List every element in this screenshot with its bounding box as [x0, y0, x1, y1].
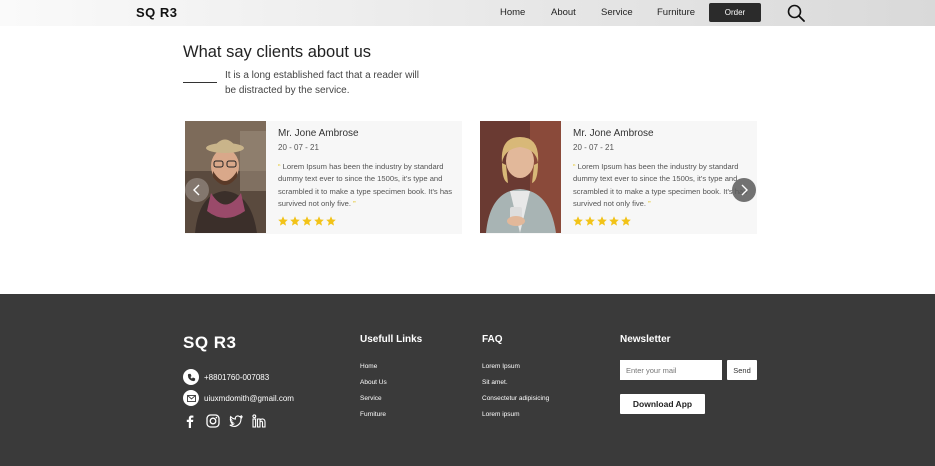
- star-icon: [326, 216, 336, 226]
- faq-link[interactable]: Consectetur adipisicing: [482, 395, 549, 402]
- faq-link[interactable]: Lorem Ipsum: [482, 363, 520, 370]
- footer-link-service[interactable]: Service: [360, 395, 382, 402]
- facebook-icon[interactable]: [183, 414, 197, 428]
- contact-phone[interactable]: +8801760-007083: [183, 369, 269, 385]
- faq-link[interactable]: Lorem ipsum: [482, 411, 520, 418]
- review-text: “ Lorem Ipsum has been the industry by s…: [573, 161, 751, 210]
- quote-open: “: [278, 162, 281, 171]
- client-photo: [480, 121, 561, 233]
- site-logo[interactable]: SQ R3: [136, 5, 178, 20]
- faq-link[interactable]: Sit amet.: [482, 379, 508, 386]
- footer-link-about[interactable]: About Us: [360, 379, 387, 386]
- review-body: Lorem Ipsum has been the industry by sta…: [278, 162, 453, 208]
- newsletter-heading: Newsletter: [620, 334, 671, 345]
- footer-logo[interactable]: SQ R3: [183, 333, 237, 353]
- chevron-left-icon: [193, 184, 200, 196]
- instagram-icon[interactable]: [206, 414, 220, 428]
- testimonial-card: Mr. Jone Ambrose 20 - 07 - 21 “ Lorem Ip…: [185, 121, 462, 234]
- section-subtitle: It is a long established fact that a rea…: [225, 70, 419, 96]
- contact-email[interactable]: uiuxmdomith@gmail.com: [183, 390, 294, 406]
- star-icon: [585, 216, 595, 226]
- rating-stars: [278, 216, 336, 226]
- nav-service[interactable]: Service: [601, 7, 633, 18]
- nav-about[interactable]: About: [551, 7, 576, 18]
- star-icon: [290, 216, 300, 226]
- phone-icon: [183, 369, 199, 385]
- carousel-prev-button[interactable]: [185, 178, 209, 202]
- star-icon: [597, 216, 607, 226]
- client-name: Mr. Jone Ambrose: [573, 128, 654, 139]
- review-date: 20 - 07 - 21: [573, 143, 614, 152]
- star-icon: [302, 216, 312, 226]
- site-footer: SQ R3 +8801760-007083 uiuxmdomith@gmail.…: [0, 294, 935, 466]
- review-text: “ Lorem Ipsum has been the industry by s…: [278, 161, 456, 210]
- linkedin-icon[interactable]: [252, 414, 266, 428]
- section-title: What say clients about us: [183, 43, 372, 61]
- nav-home[interactable]: Home: [500, 7, 525, 18]
- client-name: Mr. Jone Ambrose: [278, 128, 359, 139]
- review-date: 20 - 07 - 21: [278, 143, 319, 152]
- footer-link-home[interactable]: Home: [360, 363, 377, 370]
- star-icon: [314, 216, 324, 226]
- title-divider: [183, 82, 217, 83]
- star-icon: [609, 216, 619, 226]
- star-icon: [573, 216, 583, 226]
- order-button[interactable]: Order: [709, 3, 761, 22]
- chevron-right-icon: [741, 184, 748, 196]
- faq-heading: FAQ: [482, 334, 503, 345]
- footer-link-furniture[interactable]: Furniture: [360, 411, 386, 418]
- review-body: Lorem Ipsum has been the industry by sta…: [573, 162, 748, 208]
- quote-close: ”: [648, 198, 651, 208]
- mail-icon: [183, 390, 199, 406]
- nav-furniture[interactable]: Furniture: [657, 7, 695, 18]
- download-app-button[interactable]: Download App: [620, 394, 705, 414]
- social-links: [183, 414, 266, 428]
- search-icon[interactable]: [787, 4, 805, 22]
- email-address: uiuxmdomith@gmail.com: [204, 393, 294, 403]
- rating-stars: [573, 216, 631, 226]
- quote-open: “: [573, 162, 576, 171]
- site-header: SQ R3 Home About Service Furniture Order: [0, 0, 935, 26]
- newsletter-send-button[interactable]: Send: [727, 360, 757, 380]
- star-icon: [621, 216, 631, 226]
- quote-close: ”: [353, 198, 356, 208]
- client-photo: [185, 121, 266, 233]
- carousel-next-button[interactable]: [732, 178, 756, 202]
- twitter-icon[interactable]: [229, 414, 243, 428]
- testimonial-card: Mr. Jone Ambrose 20 - 07 - 21 “ Lorem Ip…: [480, 121, 757, 234]
- useful-links-heading: Usefull Links: [360, 334, 423, 345]
- phone-number: +8801760-007083: [204, 372, 270, 382]
- newsletter-email-input[interactable]: [620, 360, 722, 380]
- star-icon: [278, 216, 288, 226]
